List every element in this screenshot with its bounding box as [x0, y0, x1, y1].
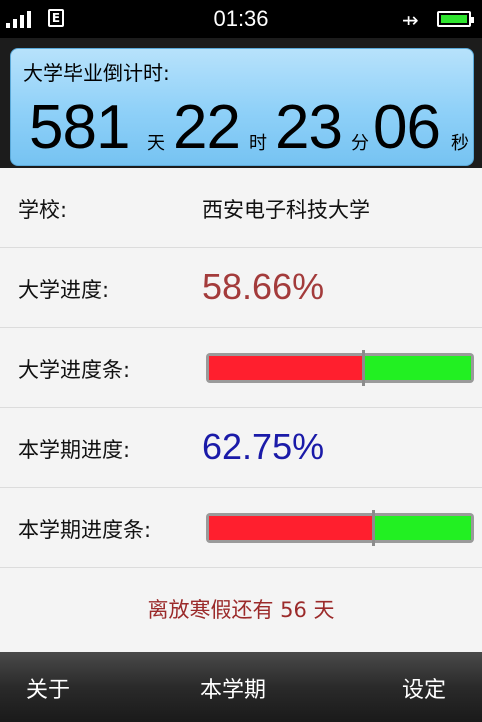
university-bar-label: 大学进度条: [18, 358, 131, 382]
vacation-countdown-note: 离放寒假还有 56 天 [147, 598, 335, 622]
semester-bar-row: 本学期进度条: [0, 488, 482, 568]
countdown-panel: 大学毕业倒计时: 581 天 22 时 23 分 06 秒 [10, 48, 474, 166]
countdown-days-unit: 天 [147, 133, 165, 154]
about-button[interactable]: 关于 [26, 672, 70, 704]
semester-progress-value: 62.75% [202, 426, 325, 467]
school-value: 西安电子科技大学 [202, 198, 370, 222]
semester-progress-row: 本学期进度: 62.75% [0, 408, 482, 488]
countdown-days: 581 [29, 93, 130, 162]
school-label: 学校: [18, 198, 68, 222]
university-progress-label: 大学进度: [18, 278, 110, 302]
bottom-nav: 关于 本学期 设定 [0, 652, 482, 722]
school-row: 学校: 西安电子科技大学 [0, 168, 482, 248]
university-progress-row: 大学进度: 58.66% [0, 248, 482, 328]
countdown-title: 大学毕业倒计时: [23, 61, 170, 85]
countdown-seconds-unit: 秒 [451, 133, 469, 154]
settings-button[interactable]: 设定 [402, 672, 446, 704]
countdown-minutes: 23 [275, 93, 343, 162]
semester-bar-label: 本学期进度条: [18, 518, 152, 542]
countdown-minutes-unit: 分 [351, 133, 369, 154]
battery-icon [437, 11, 474, 27]
semester-progress-label: 本学期进度: [18, 438, 131, 462]
university-bar-row: 大学进度条: [0, 328, 482, 408]
countdown-hours: 22 [173, 93, 241, 162]
countdown-seconds: 06 [373, 93, 441, 162]
semester-button[interactable]: 本学期 [200, 672, 266, 704]
university-progress-bar [206, 350, 474, 386]
countdown-section: 大学毕业倒计时: 581 天 22 时 23 分 06 秒 [0, 38, 482, 168]
info-list: 学校: 西安电子科技大学 大学进度: 58.66% 大学进度条: 本学期进度: … [0, 168, 482, 652]
semester-progress-bar [206, 510, 474, 546]
university-progress-value: 58.66% [202, 266, 325, 307]
status-bar: E 01:36 ⇸ [0, 0, 482, 38]
countdown-hours-unit: 时 [249, 133, 267, 154]
usb-icon: ⇸ [402, 8, 419, 32]
